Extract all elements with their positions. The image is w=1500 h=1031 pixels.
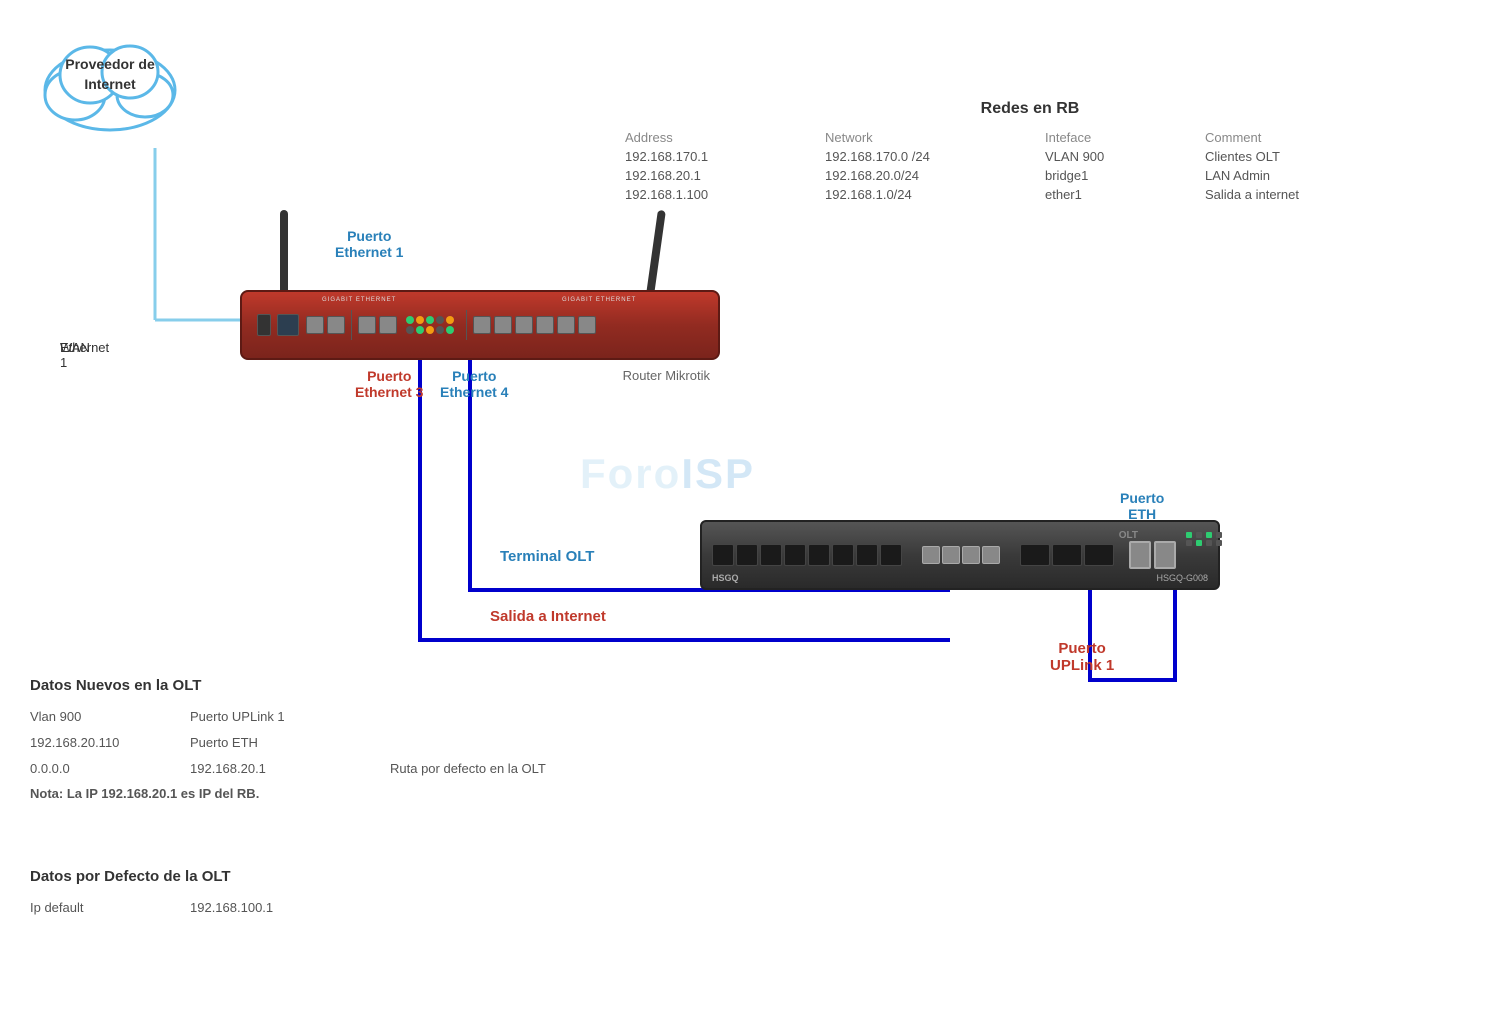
dn-col1-r1: Vlan 900 (30, 704, 190, 730)
table-header-network: Network (820, 128, 1040, 147)
table-area: Redes en RB Address Network Inteface Com… (620, 100, 1440, 204)
diagram-container: .cloud-path { fill: white; stroke: #5bb8… (0, 0, 1500, 1031)
datos-nuevos-grid: Vlan 900 Puerto UPLink 1 192.168.20.110 … (30, 704, 730, 782)
table-cell-net-1: 192.168.170.0 /24 (820, 147, 1040, 166)
cloud: .cloud-path { fill: white; stroke: #5bb8… (30, 30, 190, 150)
table-cell-comment-2: LAN Admin (1200, 166, 1400, 185)
olt-model: HSGQ-G008 (1156, 573, 1208, 583)
dn-col3-r2 (390, 730, 730, 756)
datos-defecto-section: Datos por Defecto de la OLT Ip default 1… (30, 868, 730, 921)
router-mikrotik: GIGABIT ETHERNET GIGABIT ETHERNET Router… (240, 290, 720, 370)
table-cell-addr-3: 192.168.1.100 (620, 185, 820, 204)
datos-nuevos-section: Datos Nuevos en la OLT Vlan 900 Puerto U… (30, 677, 730, 801)
table-cell-addr-2: 192.168.20.1 (620, 166, 820, 185)
puerto-eth1-label: Puerto Ethernet 1 (335, 228, 403, 260)
dn-col2-r3: 192.168.20.1 (190, 756, 390, 782)
puerto-uplink-label: Puerto UPLink 1 (1050, 640, 1114, 674)
datos-nuevos-title: Datos Nuevos en la OLT (30, 677, 730, 694)
datos-defecto-grid: Ip default 192.168.100.1 (30, 895, 730, 921)
olt-body: OLT HSGQ HSGQ-G008 (700, 520, 1220, 590)
puerto-eth3-label: Puerto Ethernet 3 (355, 368, 423, 400)
table-cell-iface-1: VLAN 900 (1040, 147, 1200, 166)
watermark-text: Foro (580, 450, 681, 497)
watermark: ForoISP (580, 450, 755, 498)
table-header-address: Address (620, 128, 820, 147)
antenna-right (646, 210, 666, 295)
puerto-eth4-label: Puerto Ethernet 4 (440, 368, 508, 400)
dn-col1-r3: 0.0.0.0 (30, 756, 190, 782)
dn-col2-r1: Puerto UPLink 1 (190, 704, 390, 730)
terminal-olt-label: Terminal OLT (500, 548, 594, 565)
dd-col2-r1: 192.168.100.1 (190, 895, 390, 921)
olt-device: OLT HSGQ HSGQ-G008 (700, 520, 1220, 600)
olt-top-label: OLT (1119, 530, 1138, 541)
dn-col2-r2: Puerto ETH (190, 730, 390, 756)
table-cell-net-2: 192.168.20.0/24 (820, 166, 1040, 185)
table-cell-comment-3: Salida a internet (1200, 185, 1400, 204)
table-header-interface: Inteface (1040, 128, 1200, 147)
datos-nuevos-note: Nota: La IP 192.168.20.1 es IP del RB. (30, 786, 730, 801)
puerto-eth-label: Puerto ETH (1120, 490, 1164, 522)
datos-defecto-title: Datos por Defecto de la OLT (30, 868, 730, 885)
table-title: Redes en RB (620, 100, 1440, 118)
dn-col1-r2: 192.168.20.110 (30, 730, 190, 756)
dn-col3-r3: Ruta por defecto en la OLT (390, 756, 730, 782)
dd-col1-r1: Ip default (30, 895, 190, 921)
table-cell-comment-1: Clientes OLT (1200, 147, 1400, 166)
table-cell-net-3: 192.168.1.0/24 (820, 185, 1040, 204)
cloud-label: Proveedor de Internet (30, 55, 190, 94)
antenna-left (280, 210, 288, 295)
salida-internet-label: Salida a Internet (490, 608, 606, 625)
watermark-isp: ISP (681, 450, 755, 497)
router-body: GIGABIT ETHERNET GIGABIT ETHERNET (240, 290, 720, 360)
table-cell-addr-1: 192.168.170.1 (620, 147, 820, 166)
dn-col3-r1 (390, 704, 730, 730)
table-cell-iface-2: bridge1 (1040, 166, 1200, 185)
router-label: Router Mikrotik (623, 368, 710, 383)
table-cell-iface-3: ether1 (1040, 185, 1200, 204)
table-header-comment: Comment (1200, 128, 1400, 147)
table-grid: Address Network Inteface Comment 192.168… (620, 128, 1440, 204)
olt-brand: HSGQ (712, 573, 739, 583)
